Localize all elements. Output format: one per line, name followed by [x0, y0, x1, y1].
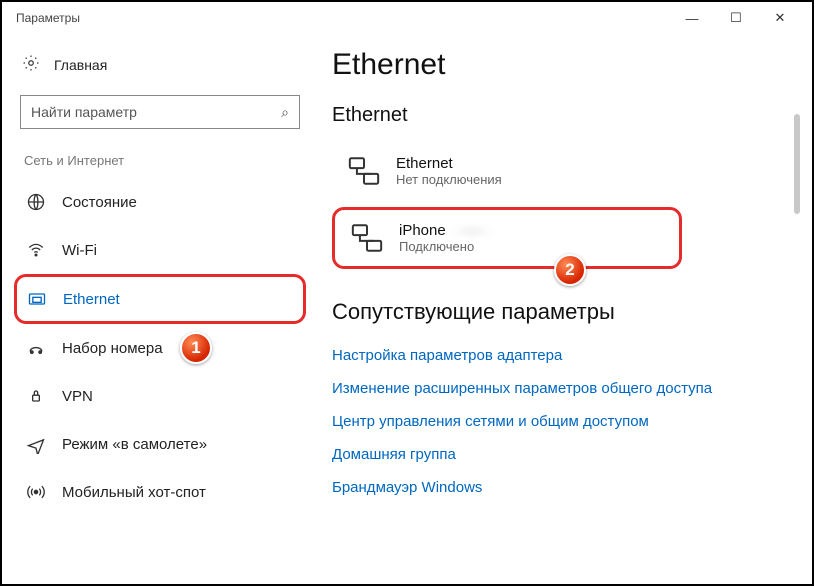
scrollbar[interactable] — [794, 114, 800, 214]
connection-name: Ethernet — [396, 155, 502, 172]
annotation-marker-2: 2 — [554, 254, 586, 286]
window-title: Параметры — [16, 11, 80, 25]
sidebar-item-label: Режим «в самолете» — [62, 436, 207, 453]
vpn-icon — [26, 386, 46, 406]
link-adapter-settings[interactable]: Настройка параметров адаптера — [332, 339, 794, 372]
sidebar-item-ethernet[interactable]: Ethernet — [14, 274, 306, 324]
connection-item-ethernet[interactable]: Ethernet Нет подключения — [332, 143, 794, 199]
hotspot-icon — [26, 482, 46, 502]
network-icon — [346, 153, 382, 189]
sidebar-item-vpn[interactable]: VPN — [14, 372, 306, 420]
sidebar-item-status[interactable]: Состояние — [14, 178, 306, 226]
airplane-icon — [26, 434, 46, 454]
link-homegroup[interactable]: Домашняя группа — [332, 438, 794, 471]
dialup-icon — [26, 338, 46, 358]
sidebar-item-label: Набор номера — [62, 340, 163, 357]
home-button[interactable]: Главная — [14, 48, 306, 81]
connection-name: iPhone — [399, 222, 494, 239]
network-icon — [349, 220, 385, 256]
search-icon: ⌕ — [281, 104, 289, 121]
close-button[interactable]: ✕ — [758, 2, 802, 34]
titlebar: Параметры — ☐ ✕ — [2, 2, 812, 34]
gear-icon — [22, 54, 40, 75]
search-input[interactable]: Найти параметр ⌕ — [20, 95, 300, 129]
sidebar-item-label: Мобильный хот-спот — [62, 484, 206, 501]
search-placeholder: Найти параметр — [31, 104, 281, 120]
page-title: Ethernet — [332, 48, 794, 82]
sidebar-item-label: Wi-Fi — [62, 242, 97, 259]
home-label: Главная — [54, 57, 107, 73]
sidebar-item-label: VPN — [62, 388, 93, 405]
link-network-center[interactable]: Центр управления сетями и общим доступом — [332, 405, 794, 438]
sidebar-item-label: Состояние — [62, 194, 137, 211]
sidebar-item-wifi[interactable]: Wi-Fi — [14, 226, 306, 274]
main-panel: Ethernet Ethernet Ethernet Нет подключен… — [310, 34, 804, 576]
related-settings: Сопутствующие параметры Настройка параме… — [332, 299, 794, 504]
connection-item-iphone[interactable]: iPhone Подключено — [332, 207, 682, 269]
sidebar-item-dialup[interactable]: Набор номера — [14, 324, 306, 372]
sidebar-item-label: Ethernet — [63, 291, 120, 308]
related-title: Сопутствующие параметры — [332, 299, 794, 325]
section-title: Ethernet — [332, 104, 794, 127]
ethernet-icon — [27, 289, 47, 309]
sidebar: Главная Найти параметр ⌕ Сеть и Интернет… — [10, 34, 310, 576]
annotation-marker-1: 1 — [180, 332, 212, 364]
category-label: Сеть и Интернет — [14, 153, 306, 178]
connection-status: Подключено — [399, 239, 494, 254]
wifi-icon — [26, 240, 46, 260]
maximize-button[interactable]: ☐ — [714, 2, 758, 34]
link-sharing-settings[interactable]: Изменение расширенных параметров общего … — [332, 372, 794, 405]
blurred-text — [450, 224, 494, 238]
minimize-button[interactable]: — — [670, 2, 714, 34]
sidebar-item-airplane[interactable]: Режим «в самолете» — [14, 420, 306, 468]
connection-status: Нет подключения — [396, 172, 502, 187]
link-firewall[interactable]: Брандмауэр Windows — [332, 471, 794, 504]
sidebar-item-hotspot[interactable]: Мобильный хот-спот — [14, 468, 306, 516]
globe-icon — [26, 192, 46, 212]
